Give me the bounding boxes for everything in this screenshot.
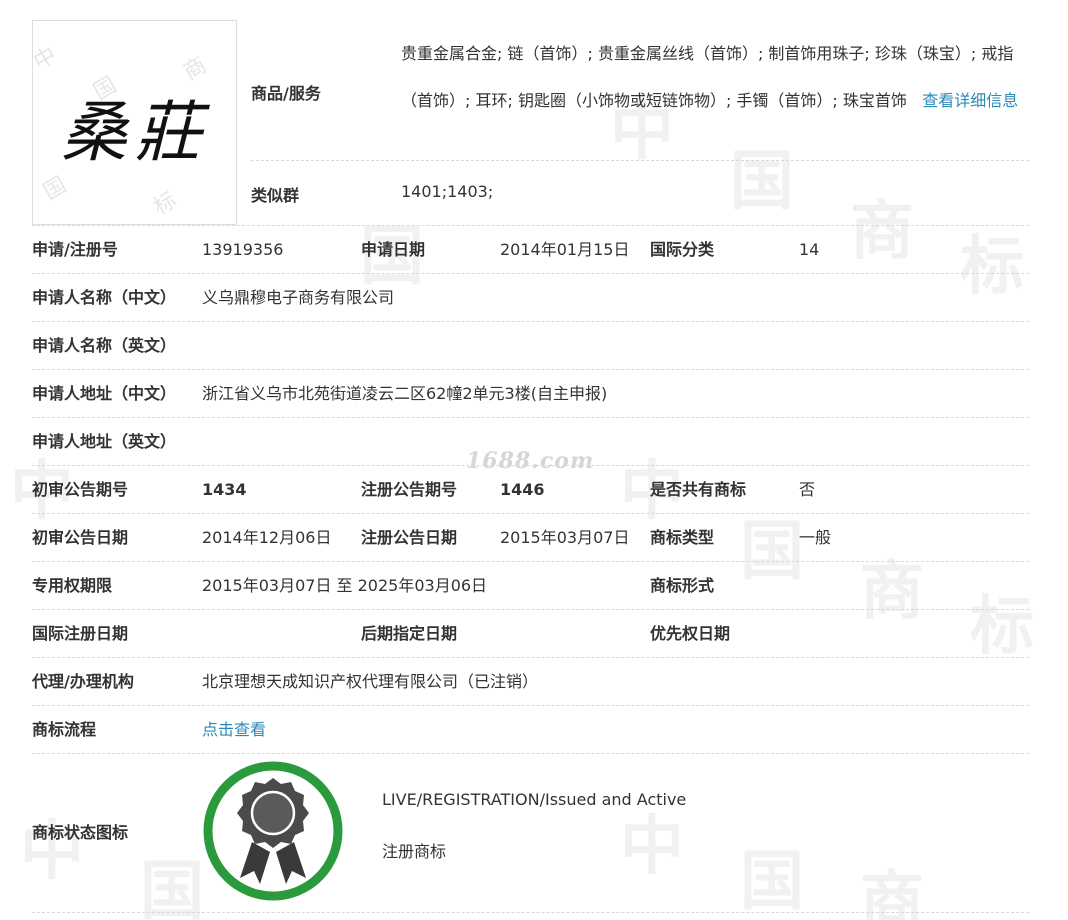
status-text-en: LIVE/REGISTRATION/Issued and Active — [382, 790, 687, 809]
trademark-type-value: 一般 — [799, 528, 832, 547]
trademark-form-label: 商标形式 — [650, 576, 715, 595]
info-row-applicant-name-cn: 申请人名称（中文） 义乌鼎穆电子商务有限公司 — [32, 274, 1029, 322]
similar-group-label: 类似群 — [251, 186, 300, 205]
applicant-name-cn-label: 申请人名称（中文） — [32, 288, 177, 307]
view-details-link[interactable]: 查看详细信息 — [922, 91, 1018, 110]
registration-number-label: 申请/注册号 — [32, 240, 118, 259]
info-row-registration: 申请/注册号 13919356 申请日期 2014年01月15日 国际分类 14 — [32, 225, 1029, 274]
info-row-gazette-number: 初审公告期号 1434 注册公告期号 1446 是否共有商标 否 — [32, 466, 1029, 514]
agency-label: 代理/办理机构 — [32, 672, 134, 691]
info-row-gazette-date: 初审公告日期 2014年12月06日 注册公告日期 2015年03月07日 商标… — [32, 514, 1029, 562]
prelim-gazette-number-label: 初审公告期号 — [32, 480, 129, 499]
info-row-agency: 代理/办理机构 北京理想天成知识产权代理有限公司（已注销） — [32, 658, 1029, 706]
applicant-address-cn-label: 申请人地址（中文） — [32, 384, 177, 403]
registration-number-value: 13919356 — [202, 240, 284, 259]
info-row-applicant-address-cn: 申请人地址（中文） 浙江省义乌市北苑街道凌云二区62幢2单元3楼(自主申报) — [32, 370, 1029, 418]
registration-gazette-number-value: 1446 — [500, 480, 545, 499]
goods-services-label: 商品/服务 — [251, 84, 321, 103]
applicant-name-cn-value: 义乌鼎穆电子商务有限公司 — [202, 288, 395, 307]
similar-group-value: 1401;1403; — [401, 182, 494, 201]
logo-watermark: 中 — [32, 42, 62, 76]
similar-group-row: 类似群 1401;1403; — [251, 160, 1029, 224]
trademark-type-label: 商标类型 — [650, 528, 715, 547]
registration-gazette-number-label: 注册公告期号 — [361, 480, 458, 499]
info-row-applicant-name-en: 申请人名称（英文） — [32, 322, 1029, 370]
agency-value: 北京理想天成知识产权代理有限公司（已注销） — [202, 672, 539, 691]
status-icon-row: 商标状态图标 LIVE/REGISTRATION/Issued and Acti… — [32, 754, 1029, 913]
trademark-detail: 中 国 商 国 标 桑莊 商品/服务 贵重金属合金; 链（首饰）; 贵重金属丝线… — [32, 20, 1029, 913]
exclusive-period-label: 专用权期限 — [32, 576, 113, 595]
application-date-label: 申请日期 — [361, 240, 426, 259]
trademark-logo-text: 桑莊 — [61, 94, 209, 171]
registration-gazette-date-value: 2015年03月07日 — [500, 528, 630, 547]
applicant-name-en-label: 申请人名称（英文） — [32, 336, 177, 355]
prelim-gazette-date-value: 2014年12月06日 — [202, 528, 332, 547]
registration-badge-icon — [203, 761, 343, 901]
intl-registration-date-label: 国际注册日期 — [32, 624, 129, 643]
prelim-gazette-number-value: 1434 — [202, 480, 247, 499]
trademark-process-label: 商标流程 — [32, 720, 97, 739]
applicant-address-cn-value: 浙江省义乌市北苑街道凌云二区62幢2单元3楼(自主申报) — [202, 384, 608, 403]
prelim-gazette-date-label: 初审公告日期 — [32, 528, 129, 547]
application-date-value: 2014年01月15日 — [500, 240, 630, 259]
logo-watermark: 标 — [149, 187, 182, 221]
info-row-process: 商标流程 点击查看 — [32, 706, 1029, 754]
view-process-link[interactable]: 点击查看 — [202, 706, 266, 753]
exclusive-period-value: 2015年03月07日 至 2025年03月06日 — [202, 576, 488, 595]
later-designation-date-label: 后期指定日期 — [361, 624, 458, 643]
status-icon-label: 商标状态图标 — [32, 823, 129, 842]
shared-trademark-value: 否 — [799, 480, 816, 499]
applicant-address-en-label: 申请人地址（英文） — [32, 432, 177, 451]
trademark-image: 中 国 商 国 标 桑莊 — [32, 20, 237, 225]
international-class-value: 14 — [799, 240, 820, 259]
trademark-summary: 中 国 商 国 标 桑莊 商品/服务 贵重金属合金; 链（首饰）; 贵重金属丝线… — [32, 20, 1029, 225]
priority-date-label: 优先权日期 — [650, 624, 731, 643]
info-row-exclusive-period: 专用权期限 2015年03月07日 至 2025年03月06日 商标形式 — [32, 562, 1029, 610]
goods-services-value: 贵重金属合金; 链（首饰）; 贵重金属丝线（首饰）; 制首饰用珠子; 珍珠（珠宝… — [401, 30, 1031, 124]
shared-trademark-label: 是否共有商标 — [650, 480, 747, 499]
international-class-label: 国际分类 — [650, 240, 715, 259]
registration-gazette-date-label: 注册公告日期 — [361, 528, 458, 547]
status-text-cn: 注册商标 — [382, 842, 447, 861]
info-row-applicant-address-en: 申请人地址（英文） — [32, 418, 1029, 466]
info-row-dates: 国际注册日期 后期指定日期 优先权日期 — [32, 610, 1029, 658]
goods-services-row: 商品/服务 贵重金属合金; 链（首饰）; 贵重金属丝线（首饰）; 制首饰用珠子;… — [251, 20, 1029, 161]
